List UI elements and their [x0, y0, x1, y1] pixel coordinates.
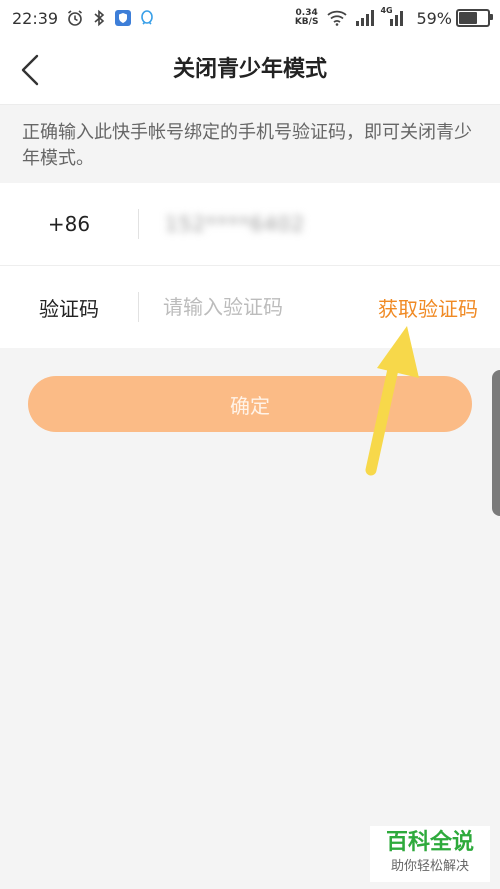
status-time: 22:39: [12, 8, 59, 28]
page-title: 关闭青少年模式: [172, 57, 327, 82]
row-divider: [138, 292, 139, 322]
bluetooth-icon: [90, 9, 108, 27]
watermark-logo: 百科全说 助你轻松解决: [370, 826, 490, 882]
annotation-arrow-icon: [365, 326, 419, 476]
verification-code-input[interactable]: [163, 295, 343, 319]
phone-row: +86 152****6402: [0, 183, 500, 266]
qq-icon: [138, 9, 156, 27]
edge-drawer-handle[interactable]: [492, 370, 500, 516]
net-speed-indicator: 0.34 KB/S: [295, 9, 319, 27]
battery-icon: [456, 9, 493, 27]
alarm-icon: [66, 9, 84, 27]
network-type-label: 4G: [380, 6, 393, 15]
code-label: 验证码: [39, 296, 99, 321]
net-speed-unit: KB/S: [294, 17, 319, 27]
signal-icon: [354, 9, 375, 27]
code-row: 验证码 获取验证码: [0, 266, 500, 348]
status-bar: 22:39 0.34 KB/S 4G 59%: [0, 0, 500, 36]
page-header: 关闭青少年模式: [0, 36, 500, 105]
shield-app-icon: [114, 9, 132, 27]
watermark-title: 百科全说: [385, 830, 474, 855]
row-divider: [138, 209, 139, 239]
signal-4g-icon: 4G: [380, 6, 406, 27]
country-code: +86: [47, 212, 91, 236]
watermark-subtitle: 助你轻松解决: [390, 859, 469, 874]
notice-text: 正确输入此快手帐号绑定的手机号验证码，即可关闭青少年模式。: [0, 105, 500, 183]
phone-number: 152****6402: [165, 212, 306, 236]
battery-percent: 59%: [416, 8, 452, 28]
wifi-icon: [326, 9, 348, 27]
